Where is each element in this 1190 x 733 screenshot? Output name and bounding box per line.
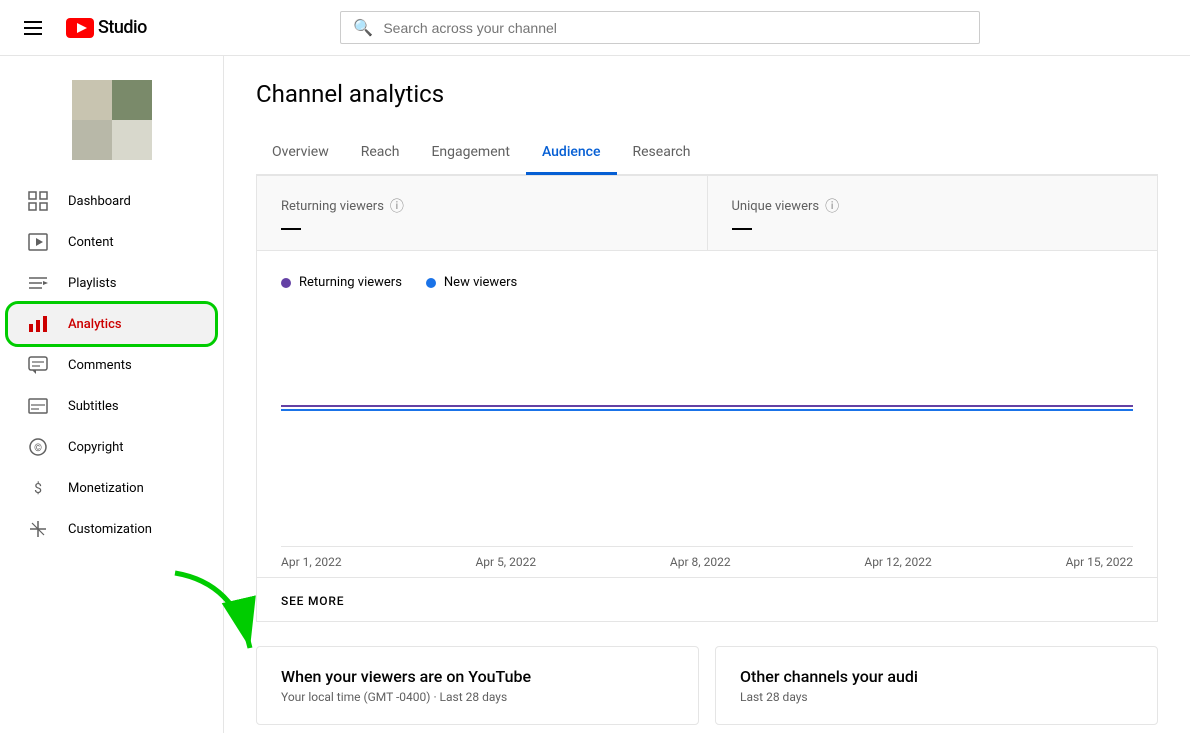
unique-viewers-value [732, 228, 752, 230]
monetization-label: Monetization [68, 481, 144, 496]
chart-section: Returning viewers New viewers Apr 1, 202… [256, 251, 1158, 578]
date-label-3: Apr 8, 2022 [670, 555, 731, 569]
search-input[interactable] [383, 20, 967, 36]
legend-returning: Returning viewers [281, 275, 402, 290]
monetization-icon: $ [28, 478, 48, 498]
date-label-4: Apr 12, 2022 [864, 555, 931, 569]
viewers-online-subtitle: Your local time (GMT -0400) · Last 28 da… [281, 690, 674, 704]
chart-x-axis: Apr 1, 2022 Apr 5, 2022 Apr 8, 2022 Apr … [281, 546, 1133, 577]
sidebar-item-subtitles[interactable]: Subtitles [8, 386, 215, 426]
header: Studio 🔍 [0, 0, 1190, 56]
subtitles-label: Subtitles [68, 399, 119, 414]
avatar-q2 [112, 80, 152, 120]
playlists-label: Playlists [68, 276, 116, 291]
sidebar-item-customization[interactable]: Customization [8, 509, 215, 549]
avatar [72, 80, 152, 160]
tab-audience[interactable]: Audience [526, 132, 617, 175]
sidebar-item-playlists[interactable]: Playlists [8, 263, 215, 303]
analytics-tabs: Overview Reach Engagement Audience Resea… [256, 132, 1158, 175]
dashboard-label: Dashboard [68, 194, 131, 209]
youtube-icon [66, 18, 94, 38]
sidebar: Dashboard Content Playlists Analytics Co… [0, 56, 224, 733]
tab-reach[interactable]: Reach [345, 132, 416, 175]
menu-button[interactable] [16, 13, 50, 43]
header-left: Studio [16, 13, 147, 43]
date-label-2: Apr 5, 2022 [475, 555, 536, 569]
returning-viewers-info-icon[interactable]: ⓘ [390, 196, 404, 216]
other-channels-subtitle: Last 28 days [740, 690, 1133, 704]
legend-dot-new [426, 278, 436, 288]
chart-legend: Returning viewers New viewers [281, 267, 1133, 306]
legend-new: New viewers [426, 275, 517, 290]
chart-area [281, 306, 1133, 446]
comments-label: Comments [68, 358, 132, 373]
avatar-section [0, 68, 223, 180]
customization-label: Customization [68, 522, 152, 537]
main-content: Channel analytics Overview Reach Engagem… [224, 56, 1190, 733]
viewers-online-title: When your viewers are on YouTube [281, 667, 674, 686]
sidebar-item-dashboard[interactable]: Dashboard [8, 181, 215, 221]
see-more-button[interactable]: SEE MORE [281, 594, 344, 608]
playlists-icon [28, 273, 48, 293]
stat-unique-viewers: Unique viewers ⓘ [708, 176, 1158, 250]
sidebar-item-comments[interactable]: Comments [8, 345, 215, 385]
analytics-icon [28, 314, 48, 334]
logo-text: Studio [98, 17, 147, 38]
search-bar[interactable]: 🔍 [340, 11, 980, 44]
search-icon: 🔍 [353, 18, 373, 37]
other-channels-card: Other channels your audi Last 28 days [715, 646, 1158, 725]
svg-text:$: $ [34, 480, 42, 497]
tab-research[interactable]: Research [617, 132, 707, 175]
sidebar-item-analytics[interactable]: Analytics [8, 304, 215, 344]
logo[interactable]: Studio [66, 17, 147, 38]
bottom-cards: When your viewers are on YouTube Your lo… [256, 646, 1158, 725]
content-icon [28, 232, 48, 252]
content-label: Content [68, 235, 114, 250]
copyright-label: Copyright [68, 440, 124, 455]
returning-viewers-label: Returning viewers ⓘ [281, 196, 683, 216]
content-area: Channel analytics Overview Reach Engagem… [224, 56, 1190, 733]
avatar-q1 [72, 80, 112, 120]
customization-icon [28, 519, 48, 539]
analytics-label: Analytics [68, 317, 122, 332]
page-title: Channel analytics [256, 80, 1158, 108]
stats-row: Returning viewers ⓘ Unique viewers ⓘ [256, 175, 1158, 251]
copyright-icon: © [28, 437, 48, 457]
legend-dot-returning [281, 278, 291, 288]
chart-svg [281, 306, 1133, 446]
subtitles-icon [28, 396, 48, 416]
viewers-online-card: When your viewers are on YouTube Your lo… [256, 646, 699, 725]
unique-viewers-label: Unique viewers ⓘ [732, 196, 1134, 216]
date-label-5: Apr 15, 2022 [1066, 555, 1133, 569]
date-label-1: Apr 1, 2022 [281, 555, 342, 569]
dashboard-icon [28, 191, 48, 211]
returning-viewers-value [281, 228, 301, 230]
avatar-q4 [112, 120, 152, 160]
tab-overview[interactable]: Overview [256, 132, 345, 175]
sidebar-item-monetization[interactable]: $ Monetization [8, 468, 215, 508]
avatar-q3 [72, 120, 112, 160]
see-more-row: SEE MORE [256, 578, 1158, 622]
other-channels-title: Other channels your audi [740, 667, 1133, 686]
tab-engagement[interactable]: Engagement [415, 132, 525, 175]
sidebar-item-copyright[interactable]: © Copyright [8, 427, 215, 467]
unique-viewers-info-icon[interactable]: ⓘ [825, 196, 839, 216]
svg-text:©: © [34, 442, 42, 454]
comments-icon [28, 355, 48, 375]
sidebar-item-content[interactable]: Content [8, 222, 215, 262]
stat-returning-viewers: Returning viewers ⓘ [257, 176, 708, 250]
